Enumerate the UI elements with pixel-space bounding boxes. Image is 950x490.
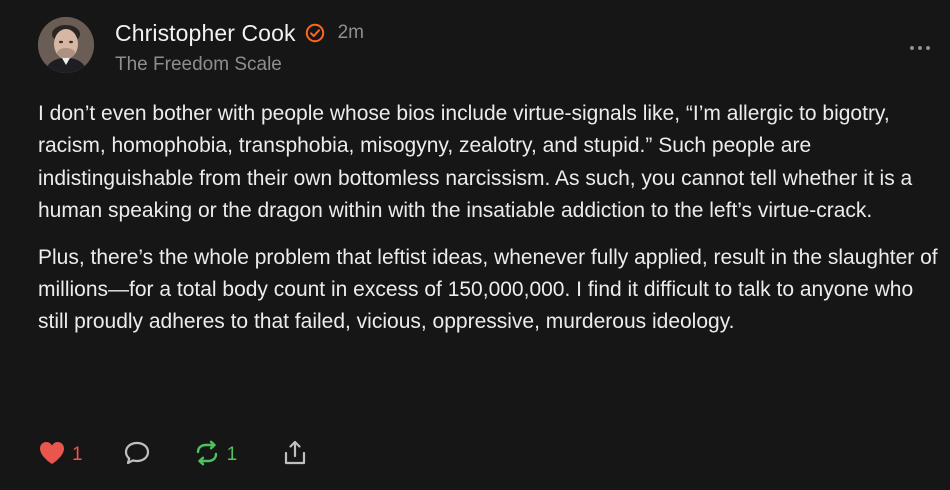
post-body: I don’t even bother with people whose bi… xyxy=(38,98,938,353)
share-button[interactable] xyxy=(281,439,309,472)
action-bar: 1 1 xyxy=(38,440,309,470)
more-options-icon[interactable] xyxy=(905,38,935,58)
like-count: 1 xyxy=(72,444,83,465)
verified-badge-icon xyxy=(305,23,325,43)
post-paragraph: I don’t even bother with people whose bi… xyxy=(38,102,913,223)
publication-name[interactable]: The Freedom Scale xyxy=(115,54,282,76)
restack-count: 1 xyxy=(226,444,238,465)
restack-button[interactable]: 1 xyxy=(193,440,238,471)
author-name[interactable]: Christopher Cook xyxy=(115,20,296,47)
comment-bubble-icon xyxy=(123,440,151,471)
post-paragraph: Plus, there’s the whole problem that lef… xyxy=(38,245,938,334)
heart-icon xyxy=(38,440,66,471)
restack-icon xyxy=(193,440,221,471)
comment-button[interactable] xyxy=(123,440,151,471)
avatar[interactable] xyxy=(38,17,94,73)
timestamp[interactable]: 2m xyxy=(338,22,364,44)
author-row: Christopher Cook 2m xyxy=(115,19,364,47)
like-button[interactable]: 1 xyxy=(38,440,83,471)
avatar-image xyxy=(38,17,94,73)
share-icon xyxy=(281,439,309,472)
